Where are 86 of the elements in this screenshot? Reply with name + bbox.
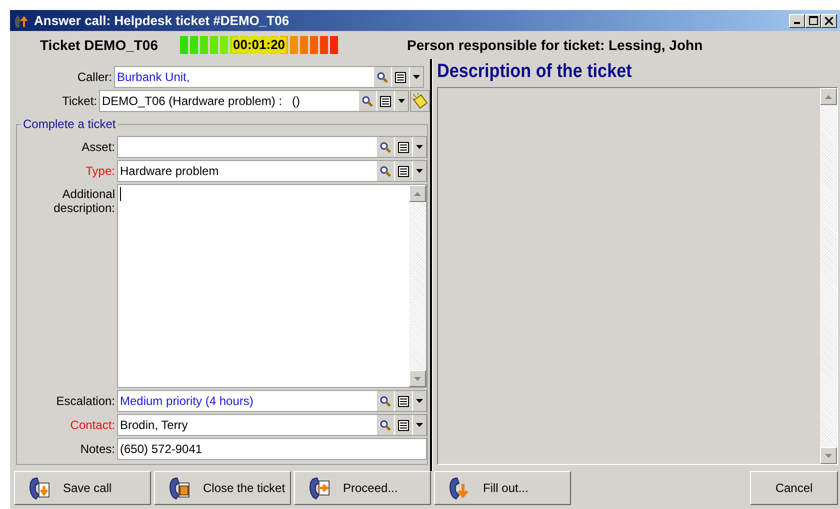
search-button[interactable] [376, 415, 394, 435]
caret-icon [416, 145, 423, 149]
form-icon [380, 96, 391, 106]
form-icon [398, 166, 409, 176]
scroll-up-button[interactable] [820, 88, 837, 105]
maximize-button[interactable] [805, 14, 821, 28]
dropdown-button[interactable] [409, 67, 423, 87]
combo-field[interactable]: Hardware problem [117, 160, 427, 182]
window-title: Answer call: Helpdesk ticket #DEMO_T06 [34, 13, 290, 28]
caret-icon [416, 399, 423, 403]
minimize-button[interactable] [789, 14, 805, 28]
scrollbar[interactable] [409, 185, 426, 387]
combo-field[interactable]: Burbank Unit, [114, 66, 424, 88]
action-button[interactable]: Close the ticket [154, 471, 291, 505]
details-button[interactable] [394, 161, 412, 181]
dropdown-button[interactable] [412, 391, 426, 411]
search-button[interactable] [376, 161, 394, 181]
form-icon [398, 142, 409, 152]
details-button[interactable] [376, 91, 394, 111]
field-label: Caller: [76, 70, 113, 84]
dropdown-button[interactable] [412, 161, 426, 181]
search-icon [380, 420, 391, 430]
phone-arrow-icon [447, 475, 471, 501]
responsible-label: Person responsible for ticket: Lessing, John [407, 37, 703, 53]
group-title: Complete a ticket [21, 117, 118, 131]
caret-icon [416, 423, 423, 427]
magic-tag-icon [411, 92, 429, 110]
action-button[interactable]: Proceed... [294, 471, 431, 505]
text-field[interactable]: (650) 572-9041 [117, 438, 427, 460]
up-caret-icon [825, 94, 832, 98]
search-button[interactable] [358, 91, 376, 111]
combo-field[interactable]: DEMO_T06 (Hardware problem) : () [99, 90, 409, 112]
combo-field[interactable]: Medium priority (4 hours) [117, 390, 427, 412]
scrollbar[interactable] [820, 88, 837, 464]
field-label: Asset: [80, 140, 116, 154]
form-icon [398, 396, 409, 406]
phone-document-icon [27, 475, 51, 501]
scroll-down-button[interactable] [820, 447, 837, 464]
search-button[interactable] [373, 67, 391, 87]
close-icon [825, 16, 833, 24]
search-icon [380, 396, 391, 406]
details-button[interactable] [394, 137, 412, 157]
details-button[interactable] [391, 67, 409, 87]
search-icon [377, 72, 388, 82]
dropdown-button[interactable] [412, 415, 426, 435]
down-caret-icon [825, 454, 832, 458]
action-button[interactable]: Save call [14, 471, 151, 505]
section-title: Description of the ticket [437, 61, 633, 84]
field-label: Ticket: [61, 94, 98, 108]
search-icon [380, 142, 391, 152]
wizard-button[interactable] [410, 90, 430, 112]
phone-icon [13, 12, 31, 28]
text-cursor [120, 187, 121, 201]
field-label: Escalation: [55, 394, 116, 408]
caret-icon [416, 169, 423, 173]
details-button[interactable] [394, 391, 412, 411]
form-icon [398, 420, 409, 430]
combo-field[interactable] [117, 136, 427, 158]
caret-icon [413, 75, 420, 79]
timer-text: 00:01:20 [232, 37, 286, 53]
scroll-up-button[interactable] [409, 185, 426, 202]
form-icon [395, 72, 406, 82]
search-icon [380, 166, 391, 176]
down-caret-icon [414, 376, 421, 380]
search-button[interactable] [376, 391, 394, 411]
field-label: Contact: [69, 418, 116, 432]
caret-icon [398, 99, 405, 103]
up-caret-icon [414, 192, 421, 196]
action-button[interactable]: Fill out... [434, 471, 571, 505]
action-button[interactable]: Cancel [750, 471, 838, 505]
dropdown-button[interactable] [394, 91, 408, 111]
field-label: Notes: [79, 442, 116, 456]
dropdown-button[interactable] [412, 137, 426, 157]
search-icon [362, 96, 373, 106]
maximize-icon [808, 16, 818, 25]
minimize-icon [794, 22, 800, 24]
phone-box-icon [167, 475, 191, 501]
search-button[interactable] [376, 137, 394, 157]
details-button[interactable] [394, 415, 412, 435]
field-label: Type: [84, 164, 116, 178]
close-button[interactable] [821, 14, 837, 28]
scroll-down-button[interactable] [409, 370, 426, 387]
phone-arrow-icon [307, 475, 331, 501]
field-label: Additional description: [52, 186, 116, 217]
combo-field[interactable]: Brodin, Terry [117, 414, 427, 436]
ticket-heading: Ticket DEMO_T06 [39, 37, 160, 53]
